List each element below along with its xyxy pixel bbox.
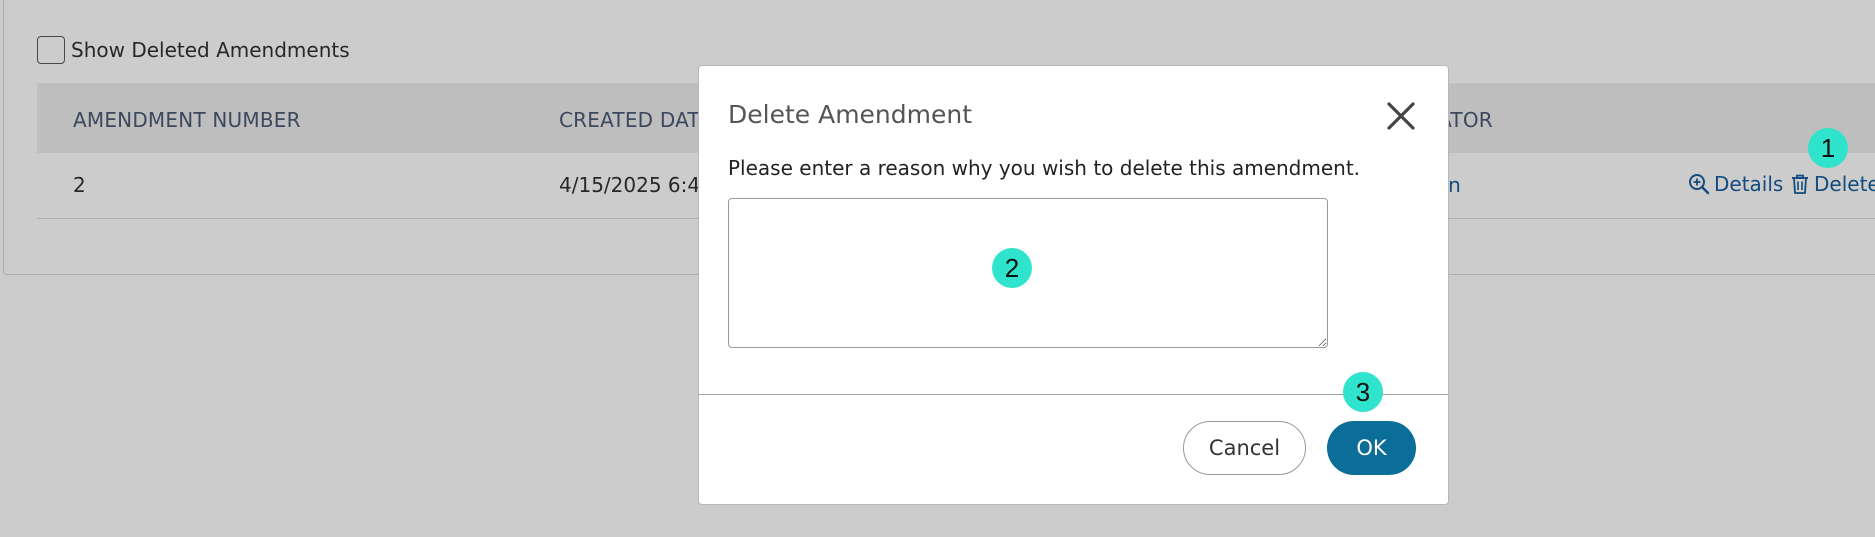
step-marker-1: 1 <box>1808 128 1848 168</box>
footer-divider <box>699 394 1448 395</box>
step-marker-3: 3 <box>1343 372 1383 412</box>
delete-amendment-dialog: Delete Amendment Please enter a reason w… <box>698 65 1449 505</box>
ok-button[interactable]: OK <box>1327 421 1416 475</box>
dialog-title: Delete Amendment <box>728 100 973 129</box>
step-marker-2: 2 <box>992 248 1032 288</box>
cancel-button[interactable]: Cancel <box>1183 421 1306 475</box>
close-button[interactable] <box>1383 98 1419 134</box>
dialog-instruction: Please enter a reason why you wish to de… <box>728 156 1361 180</box>
close-icon <box>1387 102 1415 130</box>
